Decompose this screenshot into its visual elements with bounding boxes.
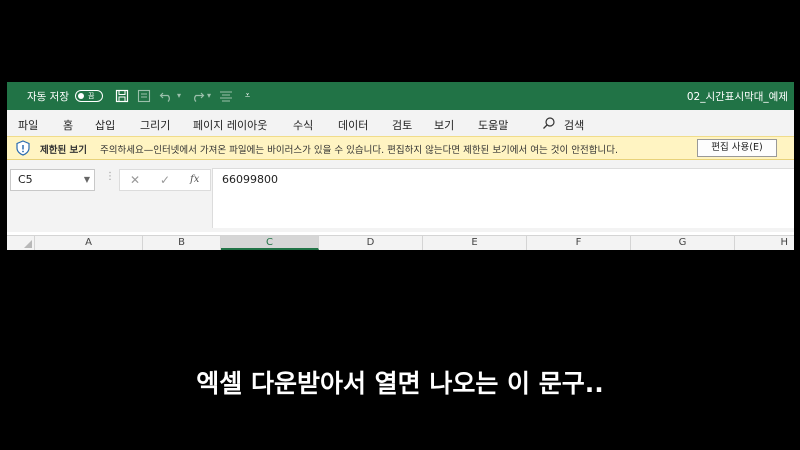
autosave-label: 자동 저장 [27, 90, 69, 103]
select-all-corner[interactable] [7, 236, 35, 250]
column-header-h[interactable]: H [735, 236, 794, 250]
column-header-c[interactable]: C [221, 236, 319, 250]
undo-dropdown-icon[interactable]: ▾ [177, 92, 181, 100]
enter-icon[interactable]: ✓ [160, 173, 170, 187]
column-header-a[interactable]: A [35, 236, 143, 250]
autosave-state: 끔 [87, 92, 95, 100]
save-icon[interactable] [115, 89, 129, 103]
formula-area: C5 ▼ ⋮ ✕ ✓ fx 66099800 [7, 160, 794, 232]
tab-help[interactable]: 도움말 [478, 117, 508, 133]
column-header-b[interactable]: B [143, 236, 221, 250]
ribbon-tabs: 파일 홈 삽입 그리기 페이지 레이아웃 수식 데이터 검토 보기 도움말 검색 [7, 110, 794, 136]
title-bar: 자동 저장 끔 ▾ ▾ ⩡ 02_시간표시막대_예제 [7, 82, 794, 110]
touch-mode-icon[interactable] [137, 89, 151, 103]
document-title: 02_시간표시막대_예제 [686, 90, 788, 103]
redo-dropdown-icon[interactable]: ▾ [207, 92, 211, 100]
search-icon[interactable] [542, 116, 556, 130]
formula-buttons: ✕ ✓ fx [119, 169, 211, 191]
shield-icon [15, 140, 31, 156]
chevron-down-icon[interactable]: ▼ [84, 170, 90, 190]
excel-window: 자동 저장 끔 ▾ ▾ ⩡ 02_시간표시막대_예제 파일 홈 삽입 그리기 페… [7, 82, 794, 250]
customize-icon[interactable]: ⩡ [245, 91, 250, 101]
tab-page-layout[interactable]: 페이지 레이아웃 [193, 117, 267, 133]
undo-icon[interactable] [159, 89, 175, 103]
tab-formulas[interactable]: 수식 [293, 117, 313, 133]
cancel-icon[interactable]: ✕ [130, 173, 140, 187]
column-header-g[interactable]: G [631, 236, 735, 250]
name-box[interactable]: C5 ▼ [10, 169, 95, 191]
formula-value: 66099800 [222, 173, 278, 186]
protected-view-title: 제한된 보기 [40, 145, 88, 156]
column-headers: A B C D E F G H [7, 235, 794, 250]
toggle-knob [77, 93, 84, 99]
formula-input[interactable]: 66099800 [212, 168, 794, 228]
tab-draw[interactable]: 그리기 [140, 117, 170, 133]
column-header-d[interactable]: D [319, 236, 423, 250]
insert-function-icon[interactable]: fx [190, 174, 199, 185]
protected-view-bar: 제한된 보기 주의하세요—인터넷에서 가져온 파일에는 바이러스가 있을 수 있… [7, 136, 794, 160]
column-header-f[interactable]: F [527, 236, 631, 250]
tab-view[interactable]: 보기 [434, 117, 454, 133]
redo-icon[interactable] [189, 89, 205, 103]
tab-home[interactable]: 홈 [63, 117, 73, 133]
protected-view-message: 주의하세요—인터넷에서 가져온 파일에는 바이러스가 있을 수 있습니다. 편집… [100, 145, 619, 156]
tab-insert[interactable]: 삽입 [95, 117, 115, 133]
tab-file[interactable]: 파일 [18, 117, 38, 133]
enable-editing-button[interactable]: 편집 사용(E) [697, 139, 777, 157]
autosave-toggle[interactable]: 끔 [74, 90, 103, 102]
tab-review[interactable]: 검토 [392, 117, 412, 133]
column-header-e[interactable]: E [423, 236, 527, 250]
tab-data[interactable]: 데이터 [338, 117, 368, 133]
more-options-icon[interactable]: ⋮ [105, 171, 115, 182]
video-caption: 엑셀 다운받아서 열면 나오는 이 문구.. [196, 369, 604, 398]
form-icon[interactable] [219, 89, 233, 103]
search-label[interactable]: 검색 [564, 117, 584, 133]
name-box-value: C5 [18, 173, 33, 186]
